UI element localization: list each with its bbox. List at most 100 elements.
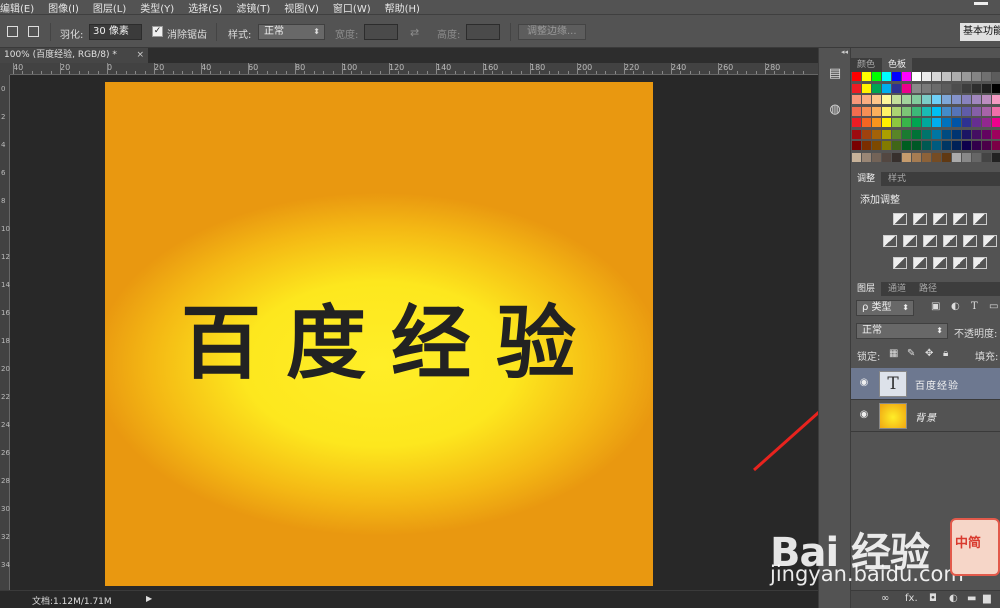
swatch[interactable] — [862, 152, 871, 162]
new-layer-icon[interactable]: ▆ — [983, 593, 991, 604]
swatch[interactable] — [942, 106, 951, 116]
swatch[interactable] — [872, 152, 881, 162]
lock-image-icon[interactable]: ✎ — [907, 348, 915, 359]
gradient-map-icon[interactable] — [973, 257, 987, 269]
tab-styles[interactable]: 样式 — [882, 172, 912, 186]
swatch[interactable] — [942, 141, 951, 150]
swatch[interactable] — [852, 141, 861, 150]
height-input[interactable] — [466, 24, 500, 40]
link-layers-icon[interactable]: ∞ — [881, 593, 889, 604]
document-tab[interactable]: 100% (百度经验, RGB/8) * × — [0, 48, 148, 63]
swatch[interactable] — [882, 95, 891, 104]
swatch[interactable] — [912, 141, 921, 150]
tab-layers[interactable]: 图层 — [851, 282, 882, 296]
swatch[interactable] — [992, 141, 1000, 150]
swatches-grid[interactable] — [852, 72, 1000, 168]
swap-icon[interactable]: ⇄ — [410, 26, 419, 39]
swatch[interactable] — [902, 83, 911, 93]
layer-name[interactable]: 背景 — [915, 409, 937, 424]
swatch[interactable] — [872, 83, 881, 93]
swatch[interactable] — [952, 72, 961, 81]
layer-row-background[interactable]: ◉ 背景 — [851, 400, 1000, 432]
swatch[interactable] — [882, 152, 891, 162]
tab-paths[interactable]: 路径 — [913, 282, 943, 296]
threshold-icon[interactable] — [933, 257, 947, 269]
lock-transparent-icon[interactable]: ▦ — [889, 348, 898, 359]
swatch[interactable] — [932, 95, 941, 104]
swatch[interactable] — [942, 118, 951, 127]
tab-adjustments[interactable]: 调整 — [851, 172, 882, 186]
antialias-checkbox[interactable]: ✓ — [152, 26, 163, 37]
swatch[interactable] — [912, 95, 921, 104]
swatch[interactable] — [952, 95, 961, 104]
swatch[interactable] — [872, 118, 881, 127]
swatch[interactable] — [942, 129, 951, 139]
filter-type-icon[interactable]: T — [971, 301, 978, 312]
selective-color-icon[interactable] — [953, 257, 967, 269]
swatch[interactable] — [972, 72, 981, 81]
canvas-text-layer[interactable]: 百度经验 — [105, 304, 653, 384]
filter-shape-icon[interactable]: ▭ — [989, 301, 998, 312]
swatch[interactable] — [952, 83, 961, 93]
menu-item-6[interactable]: 视图(V) — [284, 0, 319, 15]
swatch[interactable] — [882, 141, 891, 150]
swatch[interactable] — [892, 152, 901, 162]
swatch[interactable] — [872, 106, 881, 116]
tab-channels[interactable]: 通道 — [882, 282, 912, 296]
swatch[interactable] — [882, 106, 891, 116]
blend-mode-select[interactable]: 正常 ⬍ — [856, 323, 948, 339]
swatch[interactable] — [922, 106, 931, 116]
layer-mask-icon[interactable]: ◘ — [929, 593, 937, 604]
swatch[interactable] — [922, 72, 931, 81]
swatch[interactable] — [862, 83, 871, 93]
swatch[interactable] — [852, 152, 861, 162]
swatch[interactable] — [972, 83, 981, 93]
swatch[interactable] — [872, 72, 881, 81]
swatch[interactable] — [942, 152, 951, 162]
swatch[interactable] — [982, 72, 991, 81]
swatch[interactable] — [912, 106, 921, 116]
document-canvas[interactable]: 百度经验 — [105, 82, 653, 586]
swatch[interactable] — [882, 129, 891, 139]
swatch[interactable] — [932, 72, 941, 81]
swatch[interactable] — [882, 72, 891, 81]
swatch[interactable] — [992, 95, 1000, 104]
new-group-icon[interactable]: ▬ — [967, 593, 976, 604]
menu-item-2[interactable]: 图层(L) — [93, 0, 126, 15]
invert-icon[interactable] — [893, 257, 907, 269]
swatch[interactable] — [852, 72, 861, 81]
color-lookup-icon[interactable] — [983, 235, 997, 247]
history-icon[interactable]: ▤ — [825, 64, 845, 84]
swatch[interactable] — [942, 72, 951, 81]
swatch[interactable] — [882, 118, 891, 127]
collapse-panels-icon[interactable]: ◂◂ — [841, 48, 848, 56]
swatch[interactable] — [852, 83, 861, 93]
vibrance-icon[interactable] — [973, 213, 987, 225]
swatch[interactable] — [992, 118, 1000, 127]
swatch[interactable] — [982, 118, 991, 127]
swatch[interactable] — [962, 83, 971, 93]
close-icon[interactable]: × — [136, 48, 144, 63]
swatch[interactable] — [852, 129, 861, 139]
swatch[interactable] — [922, 118, 931, 127]
refine-edge-button[interactable]: 调整边缘... — [518, 24, 586, 40]
menu-item-8[interactable]: 帮助(H) — [385, 0, 420, 15]
swatch[interactable] — [922, 129, 931, 139]
swatch[interactable] — [962, 72, 971, 81]
swatch[interactable] — [982, 95, 991, 104]
swatch[interactable] — [972, 106, 981, 116]
swatch[interactable] — [892, 83, 901, 93]
hue-saturation-icon[interactable] — [883, 235, 897, 247]
filter-pixel-icon[interactable]: ▣ — [931, 301, 940, 312]
swatch[interactable] — [982, 83, 991, 93]
swatch[interactable] — [972, 152, 981, 162]
visibility-eye-icon[interactable]: ◉ — [857, 409, 871, 420]
swatch[interactable] — [992, 83, 1000, 93]
swatch[interactable] — [872, 95, 881, 104]
swatch[interactable] — [962, 95, 971, 104]
layer-style-icon[interactable]: fx. — [905, 593, 918, 604]
swatch[interactable] — [952, 152, 961, 162]
swatch[interactable] — [922, 141, 931, 150]
swatch[interactable] — [912, 129, 921, 139]
swatch[interactable] — [952, 129, 961, 139]
